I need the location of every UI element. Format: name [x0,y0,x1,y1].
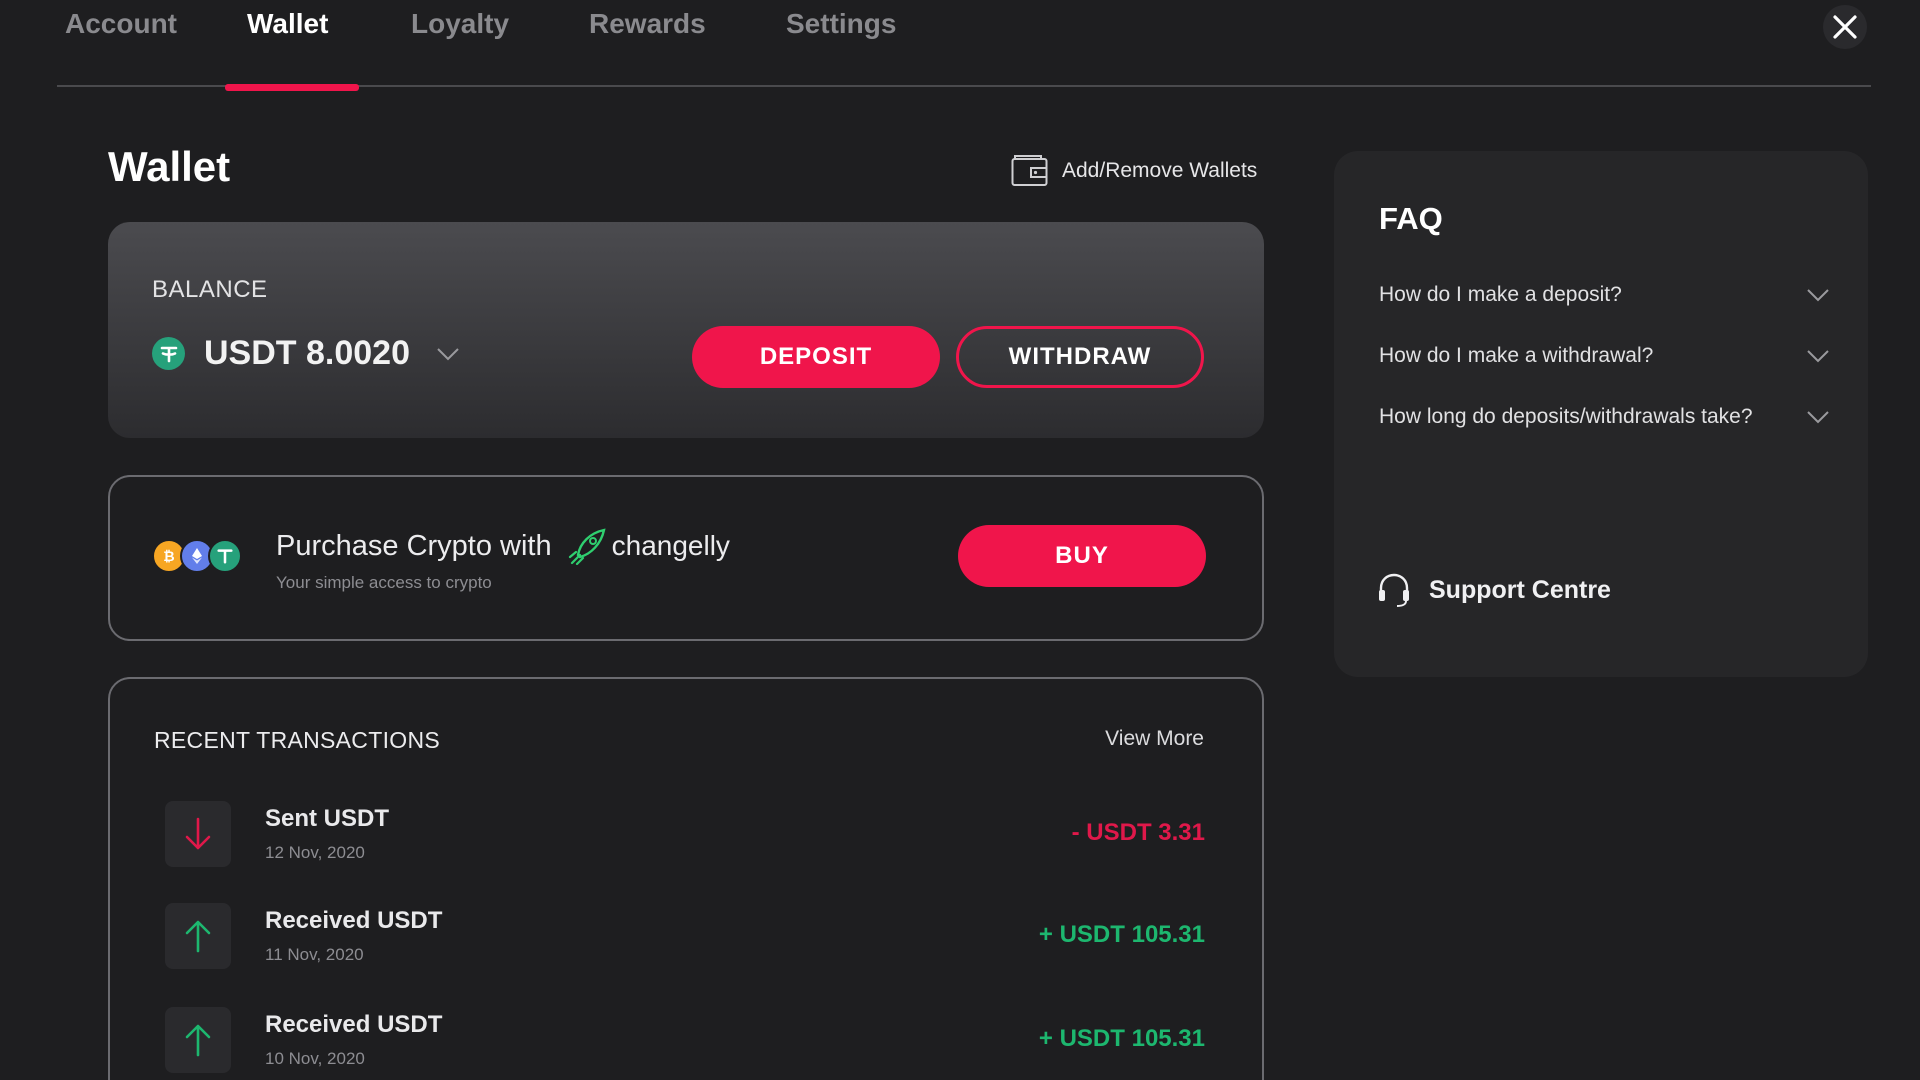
tab-bar: Account Wallet Loyalty Rewards Settings [57,0,1871,91]
close-button[interactable] [1822,4,1868,50]
close-icon [1823,5,1867,49]
transaction-name: Received USDT [265,1011,443,1038]
purchase-crypto-card: ₿ Purchase Crypto with changelly Your si… [108,475,1264,641]
support-centre-link[interactable]: Support Centre [1377,572,1611,608]
chevron-down-icon [437,347,459,360]
transaction-name: Sent USDT [265,805,390,832]
faq-title: FAQ [1379,201,1443,236]
chevron-down-icon [1807,350,1829,363]
transaction-amount: - USDT 3.31 [1071,819,1205,846]
tab-wallet[interactable]: Wallet [247,8,328,40]
view-more-link[interactable]: View More [1105,727,1204,751]
faq-item-duration[interactable]: How long do deposits/withdrawals take? [1379,399,1829,439]
changelly-logo: changelly [568,527,730,565]
purchase-subtitle: Your simple access to crypto [276,573,492,592]
currency-selector[interactable]: USDT 8.0020 [152,334,460,373]
rocket-icon [568,528,606,565]
add-remove-wallets-label: Add/Remove Wallets [1062,158,1258,182]
wallet-icon [1011,155,1048,186]
transaction-date: 12 Nov, 2020 [265,843,365,862]
wallet-page: Account Wallet Loyalty Rewards Settings … [0,0,1920,1080]
faq-item-deposit[interactable]: How do I make a deposit? [1379,277,1829,317]
deposit-button[interactable]: DEPOSIT [692,326,940,388]
faq-item-withdrawal[interactable]: How do I make a withdrawal? [1379,338,1829,378]
faq-question: How long do deposits/withdrawals take? [1379,405,1753,428]
transaction-name: Received USDT [265,907,443,934]
tab-account[interactable]: Account [65,8,177,40]
transaction-row[interactable]: Sent USDT 12 Nov, 2020 - USDT 3.31 [165,801,1205,869]
transaction-row[interactable]: Received USDT 11 Nov, 2020 + USDT 105.31 [165,903,1205,971]
faq-question: How do I make a deposit? [1379,283,1622,306]
page-title: Wallet [108,143,231,190]
purchase-title-text: Purchase Crypto with [276,529,552,562]
transactions-title: RECENT TRANSACTIONS [154,727,441,753]
tether-icon [152,337,185,370]
balance-label: BALANCE [152,276,268,303]
balance-amount: USDT 8.0020 [204,334,410,372]
transaction-date: 10 Nov, 2020 [265,1049,365,1068]
changelly-brand: changelly [611,530,730,561]
faq-question: How do I make a withdrawal? [1379,344,1654,367]
purchase-title: Purchase Crypto with changelly [276,527,730,565]
chevron-down-icon [1807,289,1829,302]
transaction-amount: + USDT 105.31 [1038,1025,1205,1052]
tab-loyalty[interactable]: Loyalty [411,8,509,40]
arrow-up-icon [165,903,231,969]
crypto-coins: ₿ [152,539,248,575]
tether-icon [208,539,242,573]
recent-transactions-card: RECENT TRANSACTIONS View More Sent USDT … [108,677,1264,1080]
arrow-down-icon [165,801,231,867]
buy-button[interactable]: BUY [958,525,1206,587]
transaction-amount: + USDT 105.31 [1038,921,1205,948]
tab-rewards[interactable]: Rewards [589,8,706,40]
svg-text:₿: ₿ [163,549,174,565]
transaction-date: 11 Nov, 2020 [265,945,364,964]
support-centre-label: Support Centre [1429,575,1611,604]
faq-panel: FAQ How do I make a deposit? How do I ma… [1334,151,1868,677]
transaction-row[interactable]: Received USDT 10 Nov, 2020 + USDT 105.31 [165,1007,1205,1075]
chevron-down-icon [1807,411,1829,424]
add-remove-wallets-button[interactable]: Add/Remove Wallets [1011,154,1257,187]
active-tab-indicator [225,84,359,91]
withdraw-button[interactable]: WITHDRAW [956,326,1204,388]
headset-icon [1379,573,1409,607]
tab-settings[interactable]: Settings [786,8,896,40]
balance-card: BALANCE USDT 8.0020 DEPOSIT WITHDRAW [108,222,1264,438]
arrow-up-icon [165,1007,231,1073]
